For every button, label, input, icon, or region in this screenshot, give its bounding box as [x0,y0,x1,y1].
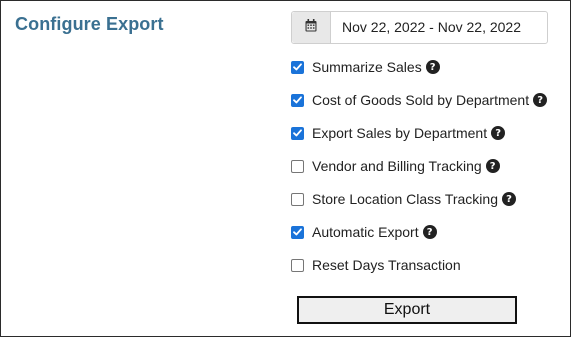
option-label[interactable]: Summarize Sales [312,59,422,75]
checkbox-checked[interactable] [291,225,304,239]
option-row[interactable]: Store Location Class Tracking? [291,190,516,208]
help-icon[interactable]: ? [533,93,548,107]
checkbox-checked[interactable] [291,60,304,74]
help-icon[interactable]: ? [491,126,506,140]
option-row[interactable]: Cost of Goods Sold by Department? [291,91,548,109]
help-icon[interactable]: ? [425,60,440,74]
checkbox-unchecked[interactable] [291,258,304,272]
checkbox-checked[interactable] [291,126,304,140]
calendar-icon [305,18,317,37]
option-label[interactable]: Vendor and Billing Tracking [312,158,482,174]
option-row[interactable]: Export Sales by Department? [291,124,506,142]
option-row[interactable]: Vendor and Billing Tracking? [291,157,500,175]
option-label[interactable]: Export Sales by Department [312,125,487,141]
option-label[interactable]: Cost of Goods Sold by Department [312,92,529,108]
date-range-picker[interactable]: Nov 22, 2022 - Nov 22, 2022 [291,11,548,44]
export-button[interactable]: Export [297,296,517,324]
help-icon[interactable]: ? [485,159,500,173]
calendar-button[interactable] [292,12,331,43]
date-range-value[interactable]: Nov 22, 2022 - Nov 22, 2022 [331,12,521,43]
checkbox-checked[interactable] [291,93,304,107]
page-title: Configure Export [15,14,164,34]
checkbox-unchecked[interactable] [291,192,304,206]
option-row[interactable]: Reset Days Transaction [291,256,461,274]
option-row[interactable]: Summarize Sales? [291,58,440,76]
checkbox-unchecked[interactable] [291,159,304,173]
help-icon[interactable]: ? [422,225,437,239]
option-label[interactable]: Automatic Export [312,224,419,240]
option-label[interactable]: Reset Days Transaction [312,257,461,273]
configure-export-panel: Configure Export Nov 22, 2022 - Nov 22, [0,0,571,337]
option-label[interactable]: Store Location Class Tracking [312,191,498,207]
help-icon[interactable]: ? [501,192,516,206]
option-row[interactable]: Automatic Export? [291,223,437,241]
